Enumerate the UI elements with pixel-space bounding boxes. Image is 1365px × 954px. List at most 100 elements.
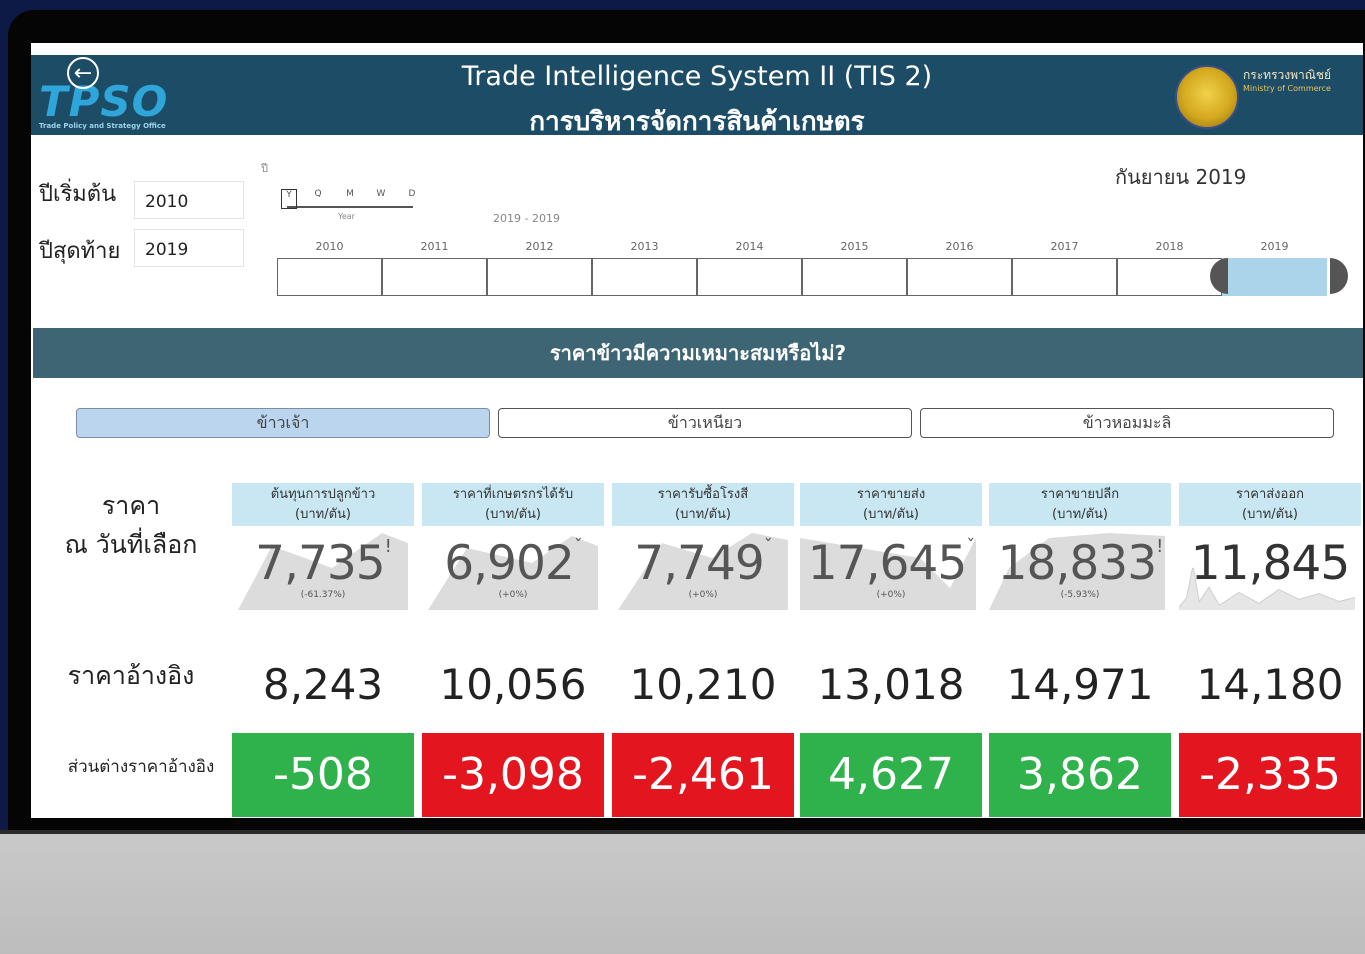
selected-month-label: กันยายน 2019 <box>1115 165 1247 189</box>
price-number: 11,845 <box>1190 536 1350 591</box>
dashboard-screen: TPSO Trade Policy and Strategy Office ← … <box>31 43 1363 818</box>
year-cell-2019[interactable] <box>1222 258 1327 296</box>
page-title: Trade Intelligence System II (TIS 2) <box>461 61 933 92</box>
reference-row-label: ราคาอ้างอิง <box>67 661 195 690</box>
year-label: 2017 <box>1050 240 1079 253</box>
card-header-mill-price: ราคารับซื้อโรงสี (บาท/ตัน) <box>612 483 794 526</box>
granularity-caption: Year <box>338 212 355 221</box>
year-label: 2016 <box>945 240 974 253</box>
trend-indicator-icon: ! <box>1156 536 1163 557</box>
year-label: 2014 <box>735 240 764 253</box>
granularity-day[interactable]: D <box>405 189 419 199</box>
start-year-input[interactable]: 2010 <box>134 181 244 219</box>
app-header: TPSO Trade Policy and Strategy Office ← … <box>31 55 1363 137</box>
reference-value: 13,018 <box>817 660 965 709</box>
year-cell-2018[interactable] <box>1117 258 1222 296</box>
year-label: 2013 <box>630 240 659 253</box>
card-header-title: ต้นทุนการปลูกข้าว <box>270 487 376 502</box>
card-price-wholesale-price: 17,645ˇ (+0%) <box>800 528 982 614</box>
card-header-title: ราคาขายส่ง <box>856 487 926 502</box>
trend-indicator-icon: ˇ <box>763 536 773 557</box>
granularity-week[interactable]: W <box>374 189 388 199</box>
card-header-title: ราคาส่งออก <box>1235 487 1305 502</box>
card-header-retail-price: ราคาขายปลีก (บาท/ตัน) <box>989 483 1171 526</box>
year-cell-2012[interactable] <box>487 258 592 296</box>
reference-value: 14,180 <box>1196 660 1344 709</box>
tab-khao-hom-mali[interactable]: ข้าวหอมมะลิ <box>920 408 1334 438</box>
price-row-label-2: ณ วันที่เลือก <box>64 530 198 559</box>
trend-indicator-icon: ˇ <box>573 536 583 557</box>
difference-value: 4,627 <box>800 733 982 817</box>
ministry-name-th: กระทรวงพาณิชย์ <box>1243 68 1332 82</box>
trend-indicator-icon: ! <box>384 536 392 557</box>
price-number: 17,645 <box>807 536 967 591</box>
year-cell-2010[interactable] <box>277 258 382 296</box>
card-header-unit: (บาท/ตัน) <box>863 507 919 522</box>
year-label: 2011 <box>420 240 449 253</box>
card-header-title: ราคาที่เกษตรกรได้รับ <box>452 487 574 502</box>
price-value: 18,833! <box>989 536 1171 591</box>
year-label: 2018 <box>1155 240 1184 253</box>
timeline-caption: ปี <box>261 162 268 175</box>
card-price-mill-price: 7,749ˇ (+0%) <box>612 528 794 614</box>
price-row-label-1: ราคา <box>101 491 161 520</box>
year-label: 2015 <box>840 240 869 253</box>
price-number: 7,749 <box>634 536 765 591</box>
difference-row-label: ส่วนต่างราคาอ้างอิง <box>67 757 215 777</box>
card-header-unit: (บาท/ตัน) <box>675 507 731 522</box>
card-header-farmer-price: ราคาที่เกษตรกรได้รับ (บาท/ตัน) <box>422 483 604 526</box>
card-header-unit: (บาท/ตัน) <box>295 507 351 522</box>
year-cell-2014[interactable] <box>697 258 802 296</box>
card-header-wholesale-price: ราคาขายส่ง (บาท/ตัน) <box>800 483 982 526</box>
card-header-title: ราคารับซื้อโรงสี <box>657 487 749 502</box>
difference-value: -508 <box>232 733 414 817</box>
granularity-year[interactable]: Y <box>281 189 297 209</box>
difference-value: -2,335 <box>1179 733 1361 817</box>
price-number: 6,902 <box>444 536 575 591</box>
reference-value: 8,243 <box>262 660 384 709</box>
price-change-pct: (+0%) <box>498 590 528 600</box>
year-label: 2019 <box>1260 240 1289 253</box>
card-header-export-price: ราคาส่งออก (บาท/ตัน) <box>1179 483 1361 526</box>
year-cell-2011[interactable] <box>382 258 487 296</box>
card-price-farmer-price: 6,902ˇ (+0%) <box>422 528 604 614</box>
start-year-label: ปีเริ่มต้น <box>39 182 117 207</box>
year-cell-2013[interactable] <box>592 258 697 296</box>
year-cell-2017[interactable] <box>1012 258 1117 296</box>
reference-value: 10,056 <box>439 660 587 709</box>
granularity-month[interactable]: M <box>343 189 357 199</box>
difference-value: -3,098 <box>422 733 604 817</box>
tab-khao-chao[interactable]: ข้าวเจ้า <box>76 408 490 438</box>
reference-value: 10,210 <box>629 660 777 709</box>
tab-khao-niao[interactable]: ข้าวเหนียว <box>498 408 912 438</box>
timeline-end-handle[interactable] <box>1330 258 1348 294</box>
price-value: 7,735! <box>232 536 414 591</box>
year-label: 2012 <box>525 240 554 253</box>
ministry-name: กระทรวงพาณิชย์ Ministry of Commerce <box>1243 69 1331 95</box>
price-number: 7,735 <box>255 536 386 591</box>
monitor-stand <box>0 830 1365 954</box>
end-year-label: ปีสุดท้าย <box>39 239 121 264</box>
end-year-input[interactable]: 2019 <box>134 229 244 267</box>
price-value: 17,645ˇ <box>800 536 982 591</box>
granularity-quarter[interactable]: Q <box>311 189 325 199</box>
year-cell-2015[interactable] <box>802 258 907 296</box>
granularity-track <box>287 206 413 208</box>
price-change-pct: (-61.37%) <box>300 590 346 600</box>
card-price-production-cost: 7,735! (-61.37%) <box>232 528 414 614</box>
trend-indicator-icon: ˇ <box>966 536 975 557</box>
year-timeline[interactable]: 2010 2011 2012 2013 2014 2015 2016 2017 … <box>277 240 1348 296</box>
difference-value: 3,862 <box>989 733 1171 817</box>
price-change-pct: (-5.93%) <box>1060 590 1100 600</box>
price-change-pct: (+0%) <box>688 590 718 600</box>
section-banner: ราคาข้าวมีความเหมาะสมหรือไม่? <box>33 328 1363 378</box>
card-header-production-cost: ต้นทุนการปลูกข้าว (บาท/ตัน) <box>232 483 414 526</box>
difference-value: -2,461 <box>612 733 794 817</box>
ministry-seal-icon <box>1175 65 1239 129</box>
granularity-selector[interactable]: Y Q M W D <box>279 189 417 211</box>
price-value: 6,902ˇ <box>422 536 604 591</box>
card-header-unit: (บาท/ตัน) <box>485 507 541 522</box>
year-cell-2016[interactable] <box>907 258 1012 296</box>
range-label: 2019 - 2019 <box>493 212 560 225</box>
ministry-name-en: Ministry of Commerce <box>1243 84 1331 93</box>
